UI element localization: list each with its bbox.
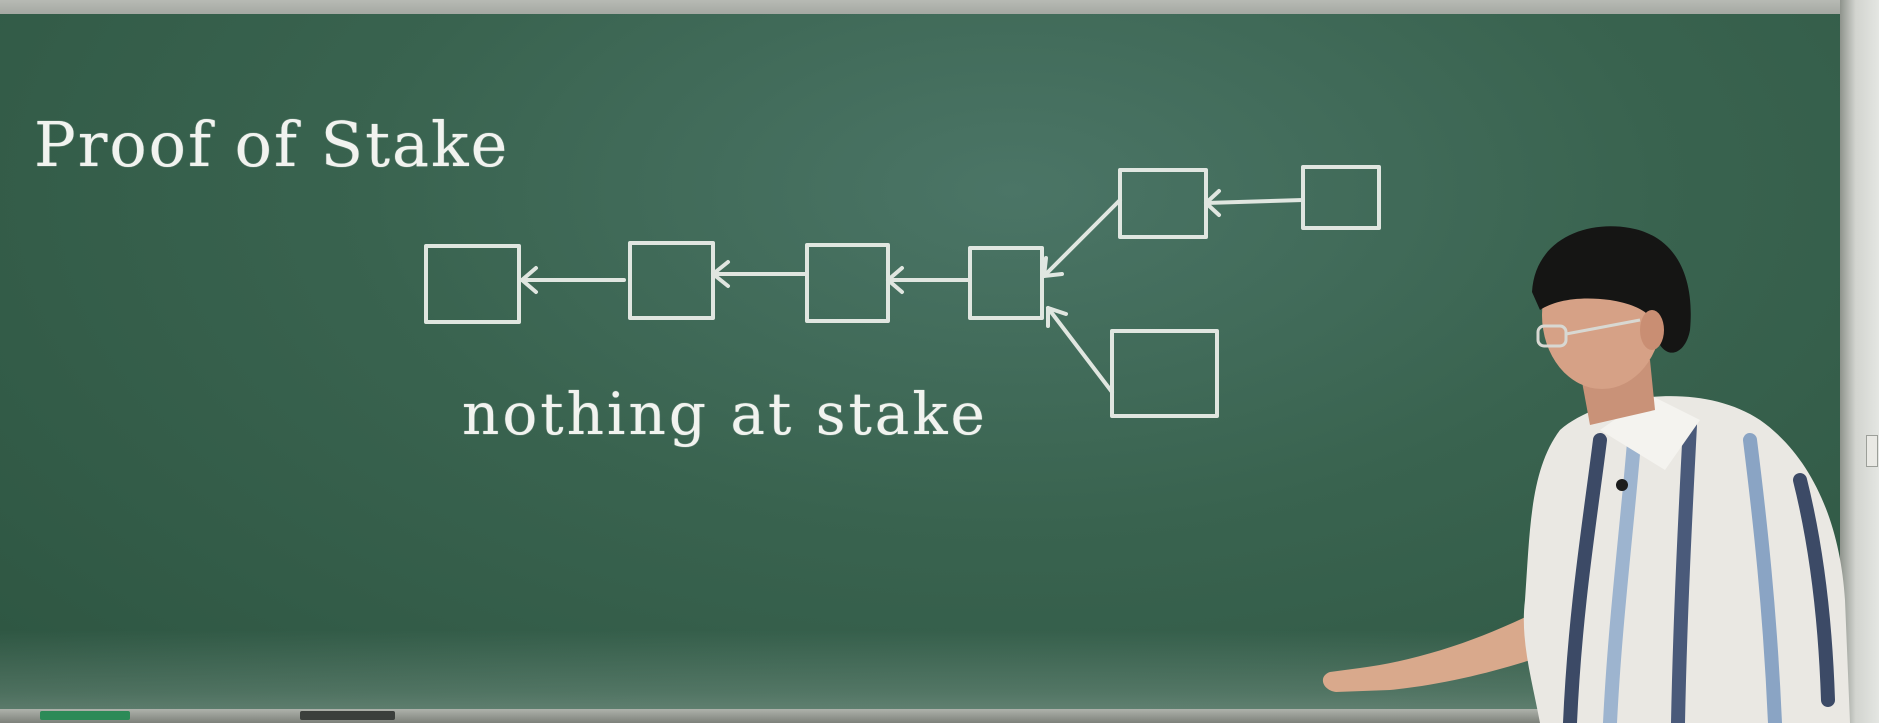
lecturer: [1322, 226, 1850, 723]
lapel-microphone: [1616, 479, 1628, 491]
lecturer-ear: [1640, 310, 1664, 350]
